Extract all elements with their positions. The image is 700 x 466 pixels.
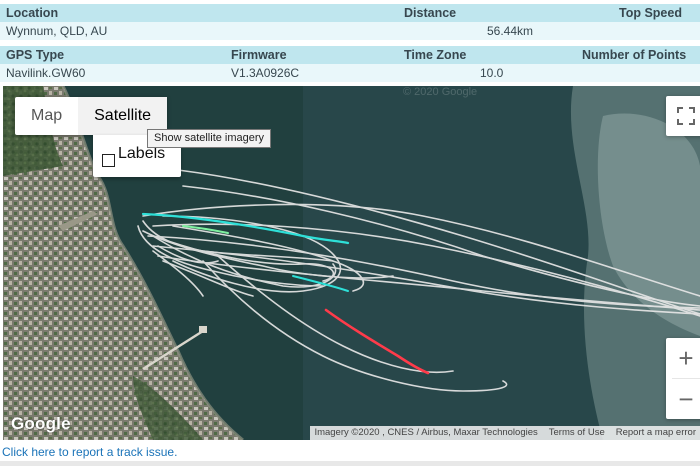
info-divider: [0, 40, 700, 45]
report-map-error-link[interactable]: Report a map error: [616, 426, 696, 440]
google-logo[interactable]: Google: [11, 414, 71, 434]
time-zone-value: 10.0: [480, 66, 504, 80]
bottom-bar: [0, 461, 700, 466]
map-type-map-button[interactable]: Map: [15, 97, 78, 135]
map-type-control: Map Satellite: [15, 97, 168, 135]
gps-type-value: Navilink.GW60: [6, 66, 86, 80]
labels-checkbox[interactable]: [102, 154, 115, 167]
info-value-row-1: Wynnum, QLD, AU 56.44km: [0, 22, 700, 40]
location-header: Location: [6, 6, 59, 20]
report-track-issue-link[interactable]: Click here to report a track issue.: [2, 445, 177, 459]
distance-header: Distance: [404, 6, 457, 20]
location-value: Wynnum, QLD, AU: [6, 24, 108, 38]
info-header-row-2: GPS Type Firmware Time Zone Number of Po…: [0, 46, 700, 64]
zoom-control: + −: [666, 338, 700, 419]
satellite-map[interactable]: © 2020 Google Map Satellite Labels Show …: [3, 86, 700, 440]
terms-of-use-link[interactable]: Terms of Use: [549, 426, 605, 440]
zoom-in-button[interactable]: +: [666, 338, 700, 378]
number-of-points-header: Number of Points: [582, 48, 687, 62]
imagery-attribution: Imagery ©2020 , CNES / Airbus, Maxar Tec…: [314, 427, 538, 438]
info-header-row-1: Location Distance Top Speed: [0, 4, 700, 22]
gps-type-header: GPS Type: [6, 48, 65, 62]
top-speed-header: Top Speed: [619, 6, 682, 20]
time-zone-header: Time Zone: [404, 48, 467, 62]
firmware-value: V1.3A0926C: [231, 66, 300, 80]
distance-value: 56.44km: [487, 24, 534, 38]
satellite-tooltip: Show satellite imagery: [147, 129, 272, 148]
zoom-out-button[interactable]: −: [666, 379, 700, 419]
info-value-row-2: Navilink.GW60 V1.3A0926C 10.0: [0, 64, 700, 82]
map-attribution: Imagery ©2020 , CNES / Airbus, Maxar Tec…: [310, 426, 700, 440]
fullscreen-icon: [677, 107, 695, 125]
firmware-header: Firmware: [231, 48, 287, 62]
map-watermark: © 2020 Google: [403, 86, 478, 98]
fullscreen-button[interactable]: [666, 96, 700, 136]
